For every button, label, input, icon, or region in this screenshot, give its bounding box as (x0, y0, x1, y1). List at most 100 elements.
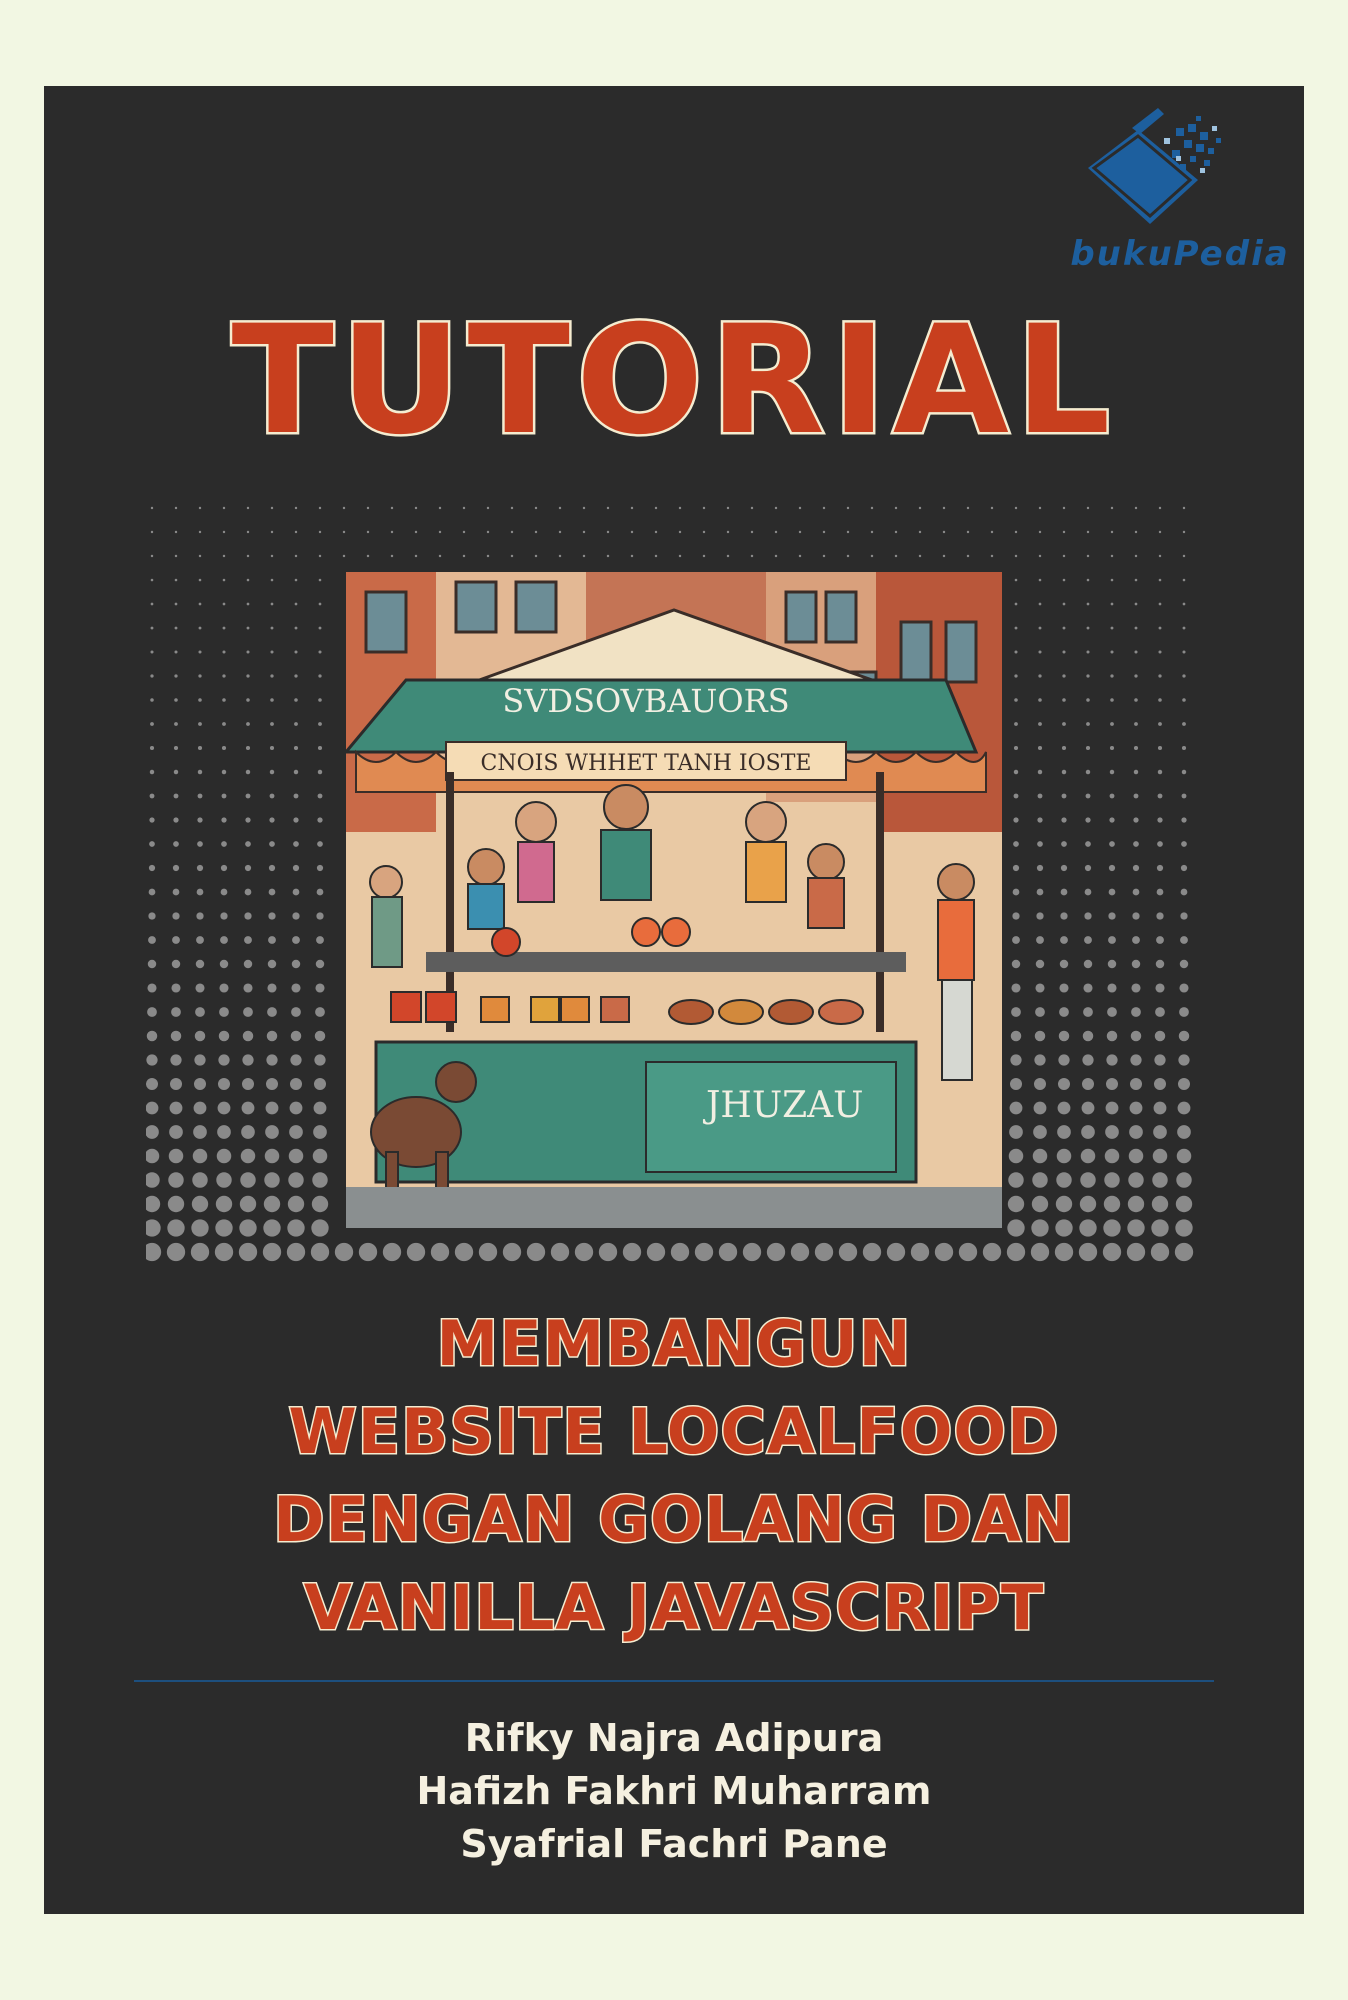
halftone-dot (172, 864, 180, 872)
halftone-dot (242, 1030, 254, 1042)
halftone-dot (311, 1195, 329, 1213)
halftone-dot (294, 650, 298, 654)
halftone-dot (1013, 769, 1019, 775)
halftone-dot (318, 578, 322, 582)
halftone-dot (292, 888, 300, 896)
halftone-dot (1158, 626, 1162, 630)
halftone-dot (270, 506, 274, 510)
halftone-dot (1132, 864, 1140, 872)
halftone-dot (245, 793, 251, 799)
halftone-dot (1084, 936, 1092, 944)
halftone-dot (1175, 1195, 1193, 1213)
halftone-dot (1061, 793, 1067, 799)
halftone-dot (1055, 1195, 1073, 1213)
halftone-dot (390, 506, 394, 510)
halftone-dot (1009, 1101, 1023, 1115)
halftone-dot (168, 1148, 184, 1164)
halftone-dot (1182, 554, 1186, 558)
halftone-dot (462, 530, 466, 534)
halftone-dot (438, 530, 442, 534)
author-name: Hafizh Fakhri Muharram (416, 1769, 932, 1813)
halftone-dot (150, 674, 154, 678)
halftone-dot (1109, 745, 1115, 751)
halftone-dot (942, 554, 946, 558)
halftone-dot (1038, 554, 1042, 558)
halftone-dot (966, 506, 970, 510)
halftone-dot (196, 936, 204, 944)
halftone-dot (146, 1054, 158, 1066)
halftone-dot (148, 936, 156, 944)
halftone-dot (678, 530, 682, 534)
halftone-dot (221, 745, 227, 751)
halftone-dot (1084, 864, 1092, 872)
halftone-dot (406, 1242, 426, 1262)
halftone-dot (293, 745, 299, 751)
halftone-dot (174, 602, 178, 606)
halftone-dot (1030, 1242, 1050, 1262)
halftone-dot (222, 626, 226, 630)
halftone-dot (1105, 1077, 1119, 1091)
halftone-dot (194, 1054, 206, 1066)
halftone-dot (798, 530, 802, 534)
halftone-dot (1110, 674, 1114, 678)
halftone-dot (246, 578, 250, 582)
halftone-dot (1031, 1219, 1049, 1237)
halftone-dot (798, 554, 802, 558)
halftone-dot (312, 1172, 328, 1188)
halftone-dot (246, 674, 250, 678)
halftone-dot (147, 983, 157, 993)
halftone-dot (1157, 769, 1163, 775)
halftone-dot (558, 506, 562, 510)
halftone-dot (196, 864, 204, 872)
halftone-dot (222, 602, 226, 606)
halftone-dot (1010, 1054, 1022, 1066)
halftone-dot (366, 506, 370, 510)
halftone-dot (270, 626, 274, 630)
halftone-dot (1033, 1101, 1047, 1115)
halftone-dot (414, 506, 418, 510)
divider-line (134, 1680, 1214, 1682)
author-name: Syafrial Fachri Pane (460, 1822, 888, 1866)
halftone-dot (1155, 959, 1165, 969)
halftone-dot (1156, 864, 1164, 872)
halftone-dot (1109, 817, 1115, 823)
halftone-dot (1086, 650, 1090, 654)
halftone-dot (1110, 626, 1114, 630)
halftone-dot (316, 888, 324, 896)
halftone-dot (215, 1195, 233, 1213)
halftone-dot (1014, 674, 1018, 678)
halftone-dot (1034, 1054, 1046, 1066)
halftone-dot (1176, 1172, 1192, 1188)
halftone-dot (1086, 602, 1090, 606)
halftone-dot (315, 983, 325, 993)
halftone-dot (174, 506, 178, 510)
halftone-dot (1013, 793, 1019, 799)
halftone-dot (1154, 1030, 1166, 1042)
halftone-dot (1155, 1007, 1165, 1017)
halftone-dot (502, 1242, 522, 1262)
halftone-dot (221, 841, 227, 847)
halftone-dot (1037, 745, 1043, 751)
halftone-dot (239, 1195, 257, 1213)
halftone-dot (1085, 769, 1091, 775)
halftone-dot (606, 506, 610, 510)
halftone-dot (1106, 1030, 1118, 1042)
halftone-dot (1012, 912, 1020, 920)
halftone-dot (245, 769, 251, 775)
halftone-dot (1152, 1172, 1168, 1188)
halftone-dot (1109, 841, 1115, 847)
halftone-dot (462, 506, 466, 510)
halftone-dot (1059, 983, 1069, 993)
halftone-dot (1054, 1242, 1074, 1262)
halftone-dot (243, 959, 253, 969)
halftone-dot (1086, 674, 1090, 678)
halftone-dot (1158, 602, 1162, 606)
halftone-dot (198, 650, 202, 654)
halftone-dot (342, 530, 346, 534)
halftone-dot (267, 959, 277, 969)
halftone-dot (293, 817, 299, 823)
halftone-dot (1134, 674, 1138, 678)
halftone-dot (150, 722, 154, 726)
halftone-dot (1085, 817, 1091, 823)
halftone-dot (1084, 912, 1092, 920)
